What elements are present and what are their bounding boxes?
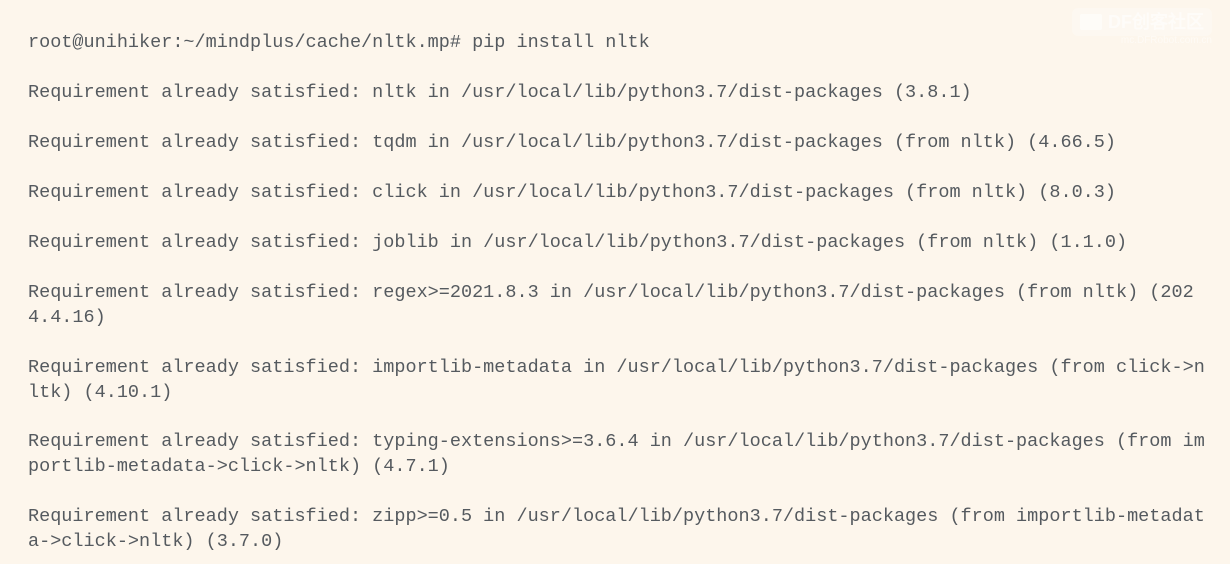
terminal-line: Requirement already satisfied: nltk in /…: [28, 81, 1208, 106]
terminal-line: Requirement already satisfied: click in …: [28, 181, 1208, 206]
terminal-line: Requirement already satisfied: tqdm in /…: [28, 131, 1208, 156]
terminal-line: Requirement already satisfied: typing-ex…: [28, 430, 1208, 480]
terminal-line: Requirement already satisfied: zipp>=0.5…: [28, 505, 1208, 555]
terminal-line: Requirement already satisfied: regex>=20…: [28, 281, 1208, 331]
terminal-output[interactable]: root@unihiker:~/mindplus/cache/nltk.mp# …: [0, 0, 1208, 564]
terminal-prompt-line: root@unihiker:~/mindplus/cache/nltk.mp# …: [28, 31, 1208, 56]
terminal-line: Requirement already satisfied: importlib…: [28, 356, 1208, 406]
terminal-line: Requirement already satisfied: joblib in…: [28, 231, 1208, 256]
